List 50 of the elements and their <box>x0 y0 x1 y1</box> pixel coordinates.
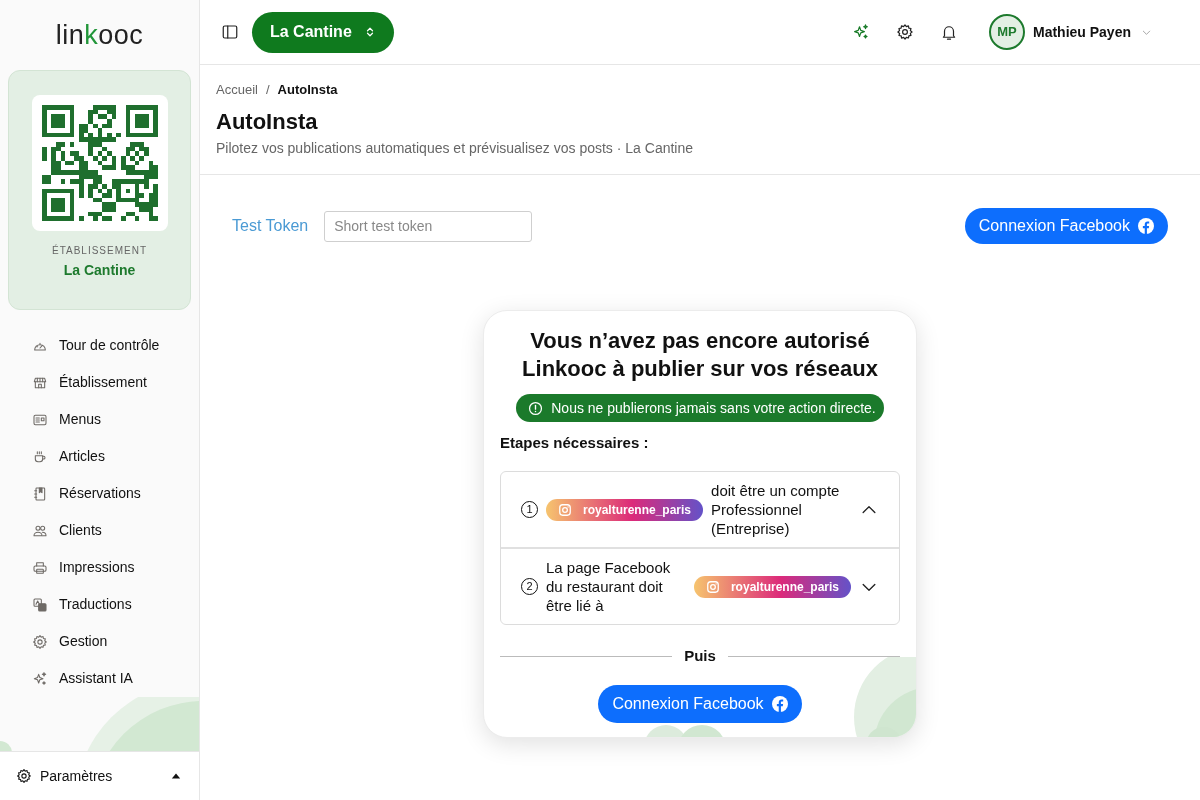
caret-up-icon <box>171 771 181 781</box>
token-label: Test Token <box>232 216 309 236</box>
breadcrumb-separator: / <box>265 81 270 99</box>
sidebar-toggle-icon[interactable] <box>221 23 239 41</box>
establishment-switcher[interactable]: La Cantine <box>252 11 394 53</box>
breadcrumb-current: AutoInsta <box>277 81 338 99</box>
sidebar-item[interactable]: Tour de contrôle <box>24 327 183 364</box>
page-subtitle: Pilotez vos publications automatiques et prévisualisez vos posts · La Cantine <box>216 139 695 158</box>
breadcrumb-link[interactable]: Accueil <box>216 80 258 100</box>
step-text: doit être un compte Professionnel (Entreprise) <box>711 481 841 538</box>
establishment-label: ÉTABLISSEMENT <box>51 243 148 258</box>
notice-text: Nous ne publierons jamais sans votre action directe. <box>551 398 876 418</box>
sidebar-item[interactable]: Traductions <box>24 586 183 623</box>
settings-menu-button[interactable]: Paramètres <box>0 751 199 800</box>
token-input[interactable]: Short test token <box>324 210 533 242</box>
facebook-connect-button[interactable]: Connexion Facebook <box>598 684 802 723</box>
sidebar-item[interactable]: Réservations <box>24 475 183 512</box>
sidebar-item[interactable]: Gestion <box>24 623 183 660</box>
establishment-name: La Cantine <box>63 261 136 280</box>
brand-logo: linkooc <box>54 18 145 52</box>
sparkles-icon[interactable] <box>851 23 870 41</box>
settings-icon <box>16 768 32 784</box>
account-handle: royalturenne_paris <box>730 578 839 596</box>
sidebar-item[interactable]: Menus <box>24 401 183 438</box>
printer-icon <box>32 559 48 576</box>
settings-icon[interactable] <box>895 23 914 41</box>
gear-icon <box>32 633 48 650</box>
user-avatar[interactable]: MP <box>988 14 1025 50</box>
alert-circle-icon <box>528 400 544 416</box>
user-menu-button[interactable]: Mathieu Payen <box>1032 21 1152 43</box>
translate-icon <box>32 596 48 613</box>
divider-label: Puis <box>683 646 717 666</box>
sparkles-icon <box>32 670 48 687</box>
facebook-connect-button[interactable]: Connexion Facebook <box>964 208 1168 244</box>
sidebar-item[interactable]: Clients <box>24 512 183 549</box>
steps-heading: Etapes nécessaires : <box>500 433 650 453</box>
instagram-icon <box>558 502 572 517</box>
instagram-icon <box>705 579 720 594</box>
cup-icon <box>32 448 48 465</box>
sidebar-item[interactable]: Articles <box>24 438 183 475</box>
facebook-icon <box>1138 218 1154 234</box>
account-handle: royalturenne_paris <box>583 501 692 519</box>
sidebar-item[interactable]: Établissement <box>24 364 183 401</box>
facebook-icon <box>771 695 788 712</box>
page-title: AutoInsta <box>216 108 319 136</box>
book-icon <box>32 485 48 502</box>
sidebar-item[interactable]: Assistant IA <box>24 660 183 697</box>
auth-title: Vous n’avez pas encore autorisé Linkooc à publier sur vos réseaux <box>521 327 879 383</box>
step-text: La page Facebook du restaurant doit être lié à <box>546 558 672 615</box>
sidebar-item[interactable]: Impressions <box>24 549 183 586</box>
